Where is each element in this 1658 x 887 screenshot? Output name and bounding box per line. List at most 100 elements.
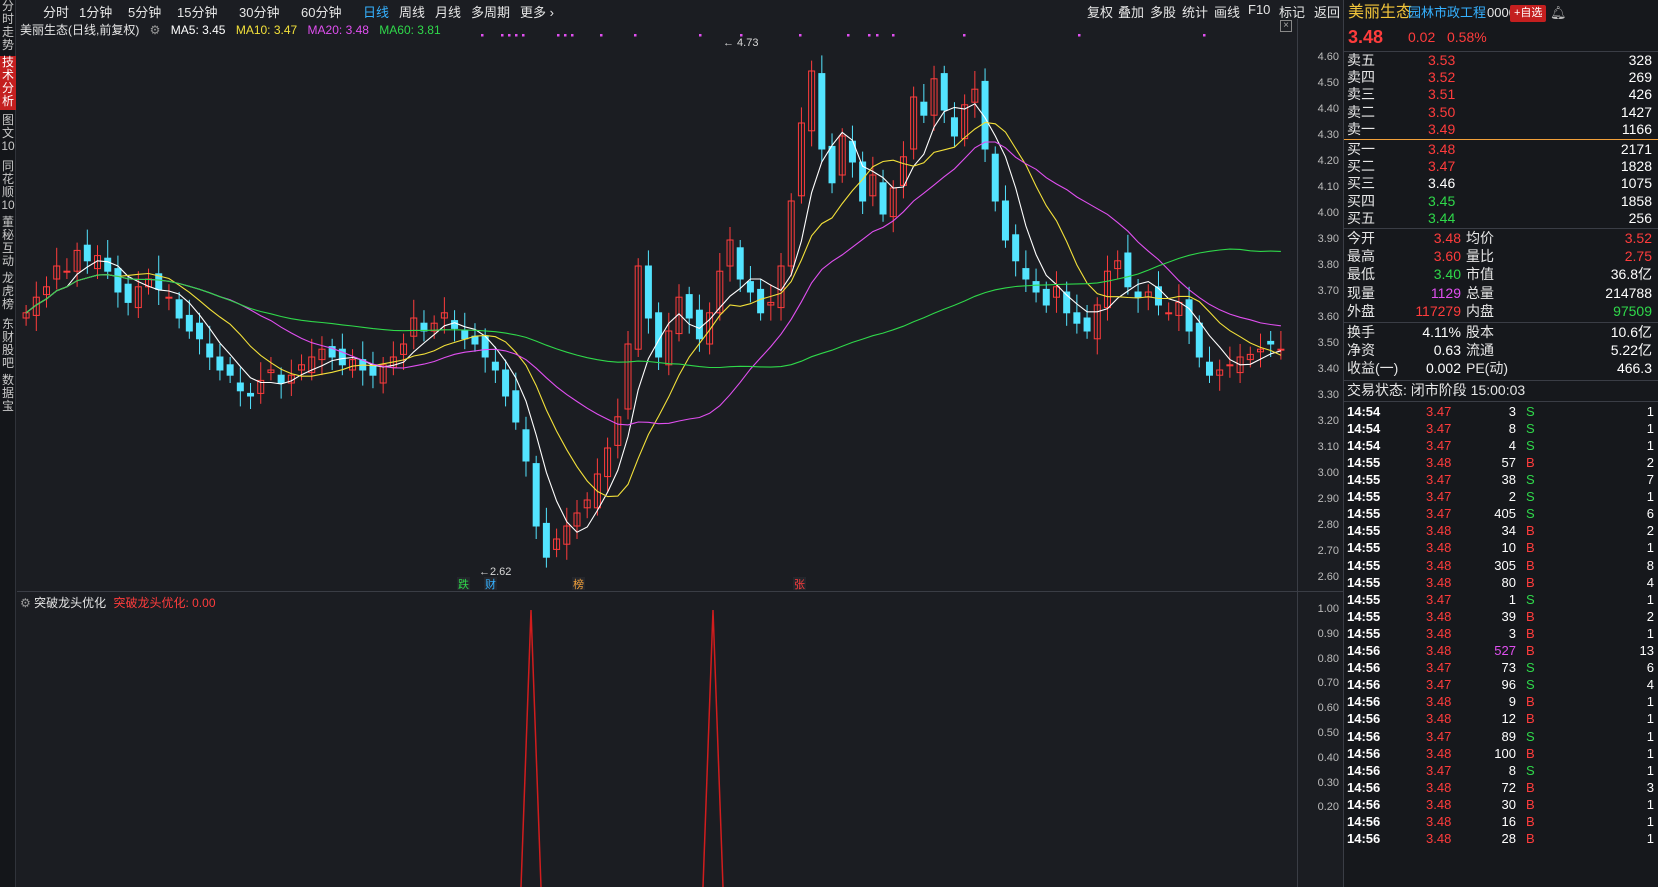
candle-body xyxy=(828,145,836,184)
tick-row: 14:56 3.48 9 B 1 xyxy=(1344,693,1658,710)
event-marker xyxy=(876,34,879,37)
ask-row[interactable]: 卖二 3.50 1427 xyxy=(1344,104,1658,121)
stats2-divider xyxy=(1344,322,1658,323)
stat-value: 1129 xyxy=(1430,284,1461,301)
tick-price: 3.47 xyxy=(1426,728,1452,744)
add-watchlist-button[interactable]: +自选 xyxy=(1510,5,1547,22)
tick-price: 3.48 xyxy=(1426,625,1452,641)
price-tick: 2.90 xyxy=(1317,493,1339,505)
tick-direction: S xyxy=(1526,472,1535,487)
tick-row: 14:55 3.48 10 B 1 xyxy=(1344,539,1658,556)
tick-count: 1 xyxy=(1646,625,1654,641)
stat-value: 466.3 xyxy=(1616,360,1652,377)
ask-row[interactable]: 卖五 3.53 328 xyxy=(1344,52,1658,69)
event-marker xyxy=(481,34,484,37)
ask-volume: 1166 xyxy=(1621,120,1652,137)
bid-label: 买一 xyxy=(1347,141,1375,157)
tick-volume: 12 xyxy=(1501,711,1516,727)
ask-price: 3.49 xyxy=(1428,120,1456,137)
left-tab-6[interactable]: 东财股吧 xyxy=(0,318,16,370)
bell-icon[interactable]: 🔔︎ xyxy=(1550,4,1567,21)
indicator-settings-icon[interactable]: ⚙ xyxy=(20,596,31,610)
tick-direction: B xyxy=(1526,454,1535,470)
stat-label: 量比 xyxy=(1466,248,1494,265)
kline-chart[interactable]: ← 4.73 ←2.62 跌 财 榜 张 xyxy=(17,19,1297,591)
tick-count: 1 xyxy=(1646,796,1654,812)
tick-row: 14:55 3.48 305 B 8 xyxy=(1344,557,1658,574)
price-tick: 2.60 xyxy=(1317,571,1339,583)
candle-body xyxy=(114,268,122,293)
indicator-chart[interactable] xyxy=(17,592,1297,887)
left-tab-0[interactable]: 分时走势 xyxy=(0,0,16,52)
tick-time: 14:54 xyxy=(1347,420,1381,436)
tick-row: 14:56 3.48 12 B 1 xyxy=(1344,710,1658,727)
ask-volume: 269 xyxy=(1628,69,1652,86)
price-tick: 4.00 xyxy=(1317,207,1339,219)
bid-row[interactable]: 买四 3.45 1858 xyxy=(1344,193,1658,210)
price-tick: 3.20 xyxy=(1317,415,1339,427)
tick-time: 14:56 xyxy=(1347,831,1381,847)
tick-price: 3.48 xyxy=(1426,608,1452,624)
price-tick: 3.60 xyxy=(1317,311,1339,323)
ask-row[interactable]: 卖四 3.52 269 xyxy=(1344,69,1658,86)
event-marker xyxy=(868,34,871,37)
bid-label: 买二 xyxy=(1347,158,1375,175)
tick-volume: 305 xyxy=(1494,557,1516,573)
price-change-pct: 0.58% xyxy=(1447,29,1487,45)
tick-price: 3.48 xyxy=(1426,745,1452,761)
event-marker xyxy=(634,34,637,37)
bid-row[interactable]: 买五 3.44 256 xyxy=(1344,210,1658,227)
tick-price: 3.47 xyxy=(1426,506,1452,522)
candle-body xyxy=(920,101,928,116)
stat-value: 0.002 xyxy=(1425,360,1461,377)
tick-row: 14:56 3.48 30 B 1 xyxy=(1344,796,1658,813)
candle-body xyxy=(216,356,224,371)
tick-price: 3.48 xyxy=(1426,796,1452,812)
indicator-tick: 0.40 xyxy=(1317,751,1339,764)
candle-body xyxy=(1022,268,1030,280)
candle-body xyxy=(83,244,91,262)
tick-count: 4 xyxy=(1646,677,1654,693)
stat-value: 2.75 xyxy=(1624,248,1652,265)
tick-time: 14:54 xyxy=(1347,403,1381,419)
tick-direction: S xyxy=(1526,591,1535,607)
stat-value: 0.63 xyxy=(1433,342,1461,359)
tick-count: 1 xyxy=(1646,762,1654,778)
stat-label: 市值 xyxy=(1466,266,1494,283)
stat-value: 117279 xyxy=(1415,302,1461,319)
bid-label: 买四 xyxy=(1347,192,1375,209)
left-tab-7[interactable]: 数据宝 xyxy=(0,374,16,426)
tick-row: 14:54 3.47 3 S 1 xyxy=(1344,403,1658,420)
tick-time: 14:56 xyxy=(1347,814,1381,829)
left-tab-1[interactable]: 技术分析 xyxy=(0,56,16,110)
event-marker xyxy=(1203,34,1206,37)
industry-label[interactable]: 园林市政工程 xyxy=(1408,4,1486,21)
left-tab-4[interactable]: 董秘互动 xyxy=(0,216,16,268)
toolbar-btn-5[interactable]: F10 xyxy=(1248,2,1270,17)
tick-direction: S xyxy=(1526,489,1535,505)
tick-volume: 8 xyxy=(1508,762,1516,778)
stats-row: 最低 3.40 市值 36.8亿 xyxy=(1344,266,1658,283)
bid-row[interactable]: 买二 3.47 1828 xyxy=(1344,158,1658,175)
bid-row[interactable]: 买三 3.46 1075 xyxy=(1344,175,1658,192)
tick-row: 14:55 3.48 39 B 2 xyxy=(1344,608,1658,625)
left-tab-bar: 分时走势 技术分析 图文10 同花顺10 董秘互动 龙虎榜 东财股吧 数据宝 xyxy=(0,0,16,887)
bid-price: 3.45 xyxy=(1428,192,1456,209)
tick-time: 14:55 xyxy=(1347,608,1381,624)
ask-row[interactable]: 卖三 3.51 426 xyxy=(1344,86,1658,103)
tick-time: 14:56 xyxy=(1347,677,1381,693)
bid-row[interactable]: 买一 3.48 2171 xyxy=(1344,141,1658,158)
stat-value: 36.8亿 xyxy=(1610,266,1652,283)
ask-row[interactable]: 卖一 3.49 1166 xyxy=(1344,121,1658,138)
left-tab-3[interactable]: 同花顺10 xyxy=(0,160,16,212)
event-tag[interactable]: 跌 xyxy=(458,577,469,591)
indicator-axis: 1.00 0.90 0.80 0.70 0.60 0.50 0.40 0.30 0.20 xyxy=(1297,592,1343,887)
event-tag[interactable]: 财 xyxy=(485,577,496,591)
event-tag[interactable]: 张 xyxy=(794,578,805,591)
tick-count: 1 xyxy=(1646,814,1654,829)
stat-label: 换手 xyxy=(1347,324,1375,340)
price-axis: 4.60 4.50 4.40 4.30 4.20 4.10 4.00 3.90 3.80 3.70… xyxy=(1297,19,1343,591)
event-tag[interactable]: 榜 xyxy=(573,577,584,591)
tick-direction: B xyxy=(1526,694,1535,710)
indicator-tick: 0.30 xyxy=(1317,776,1339,789)
